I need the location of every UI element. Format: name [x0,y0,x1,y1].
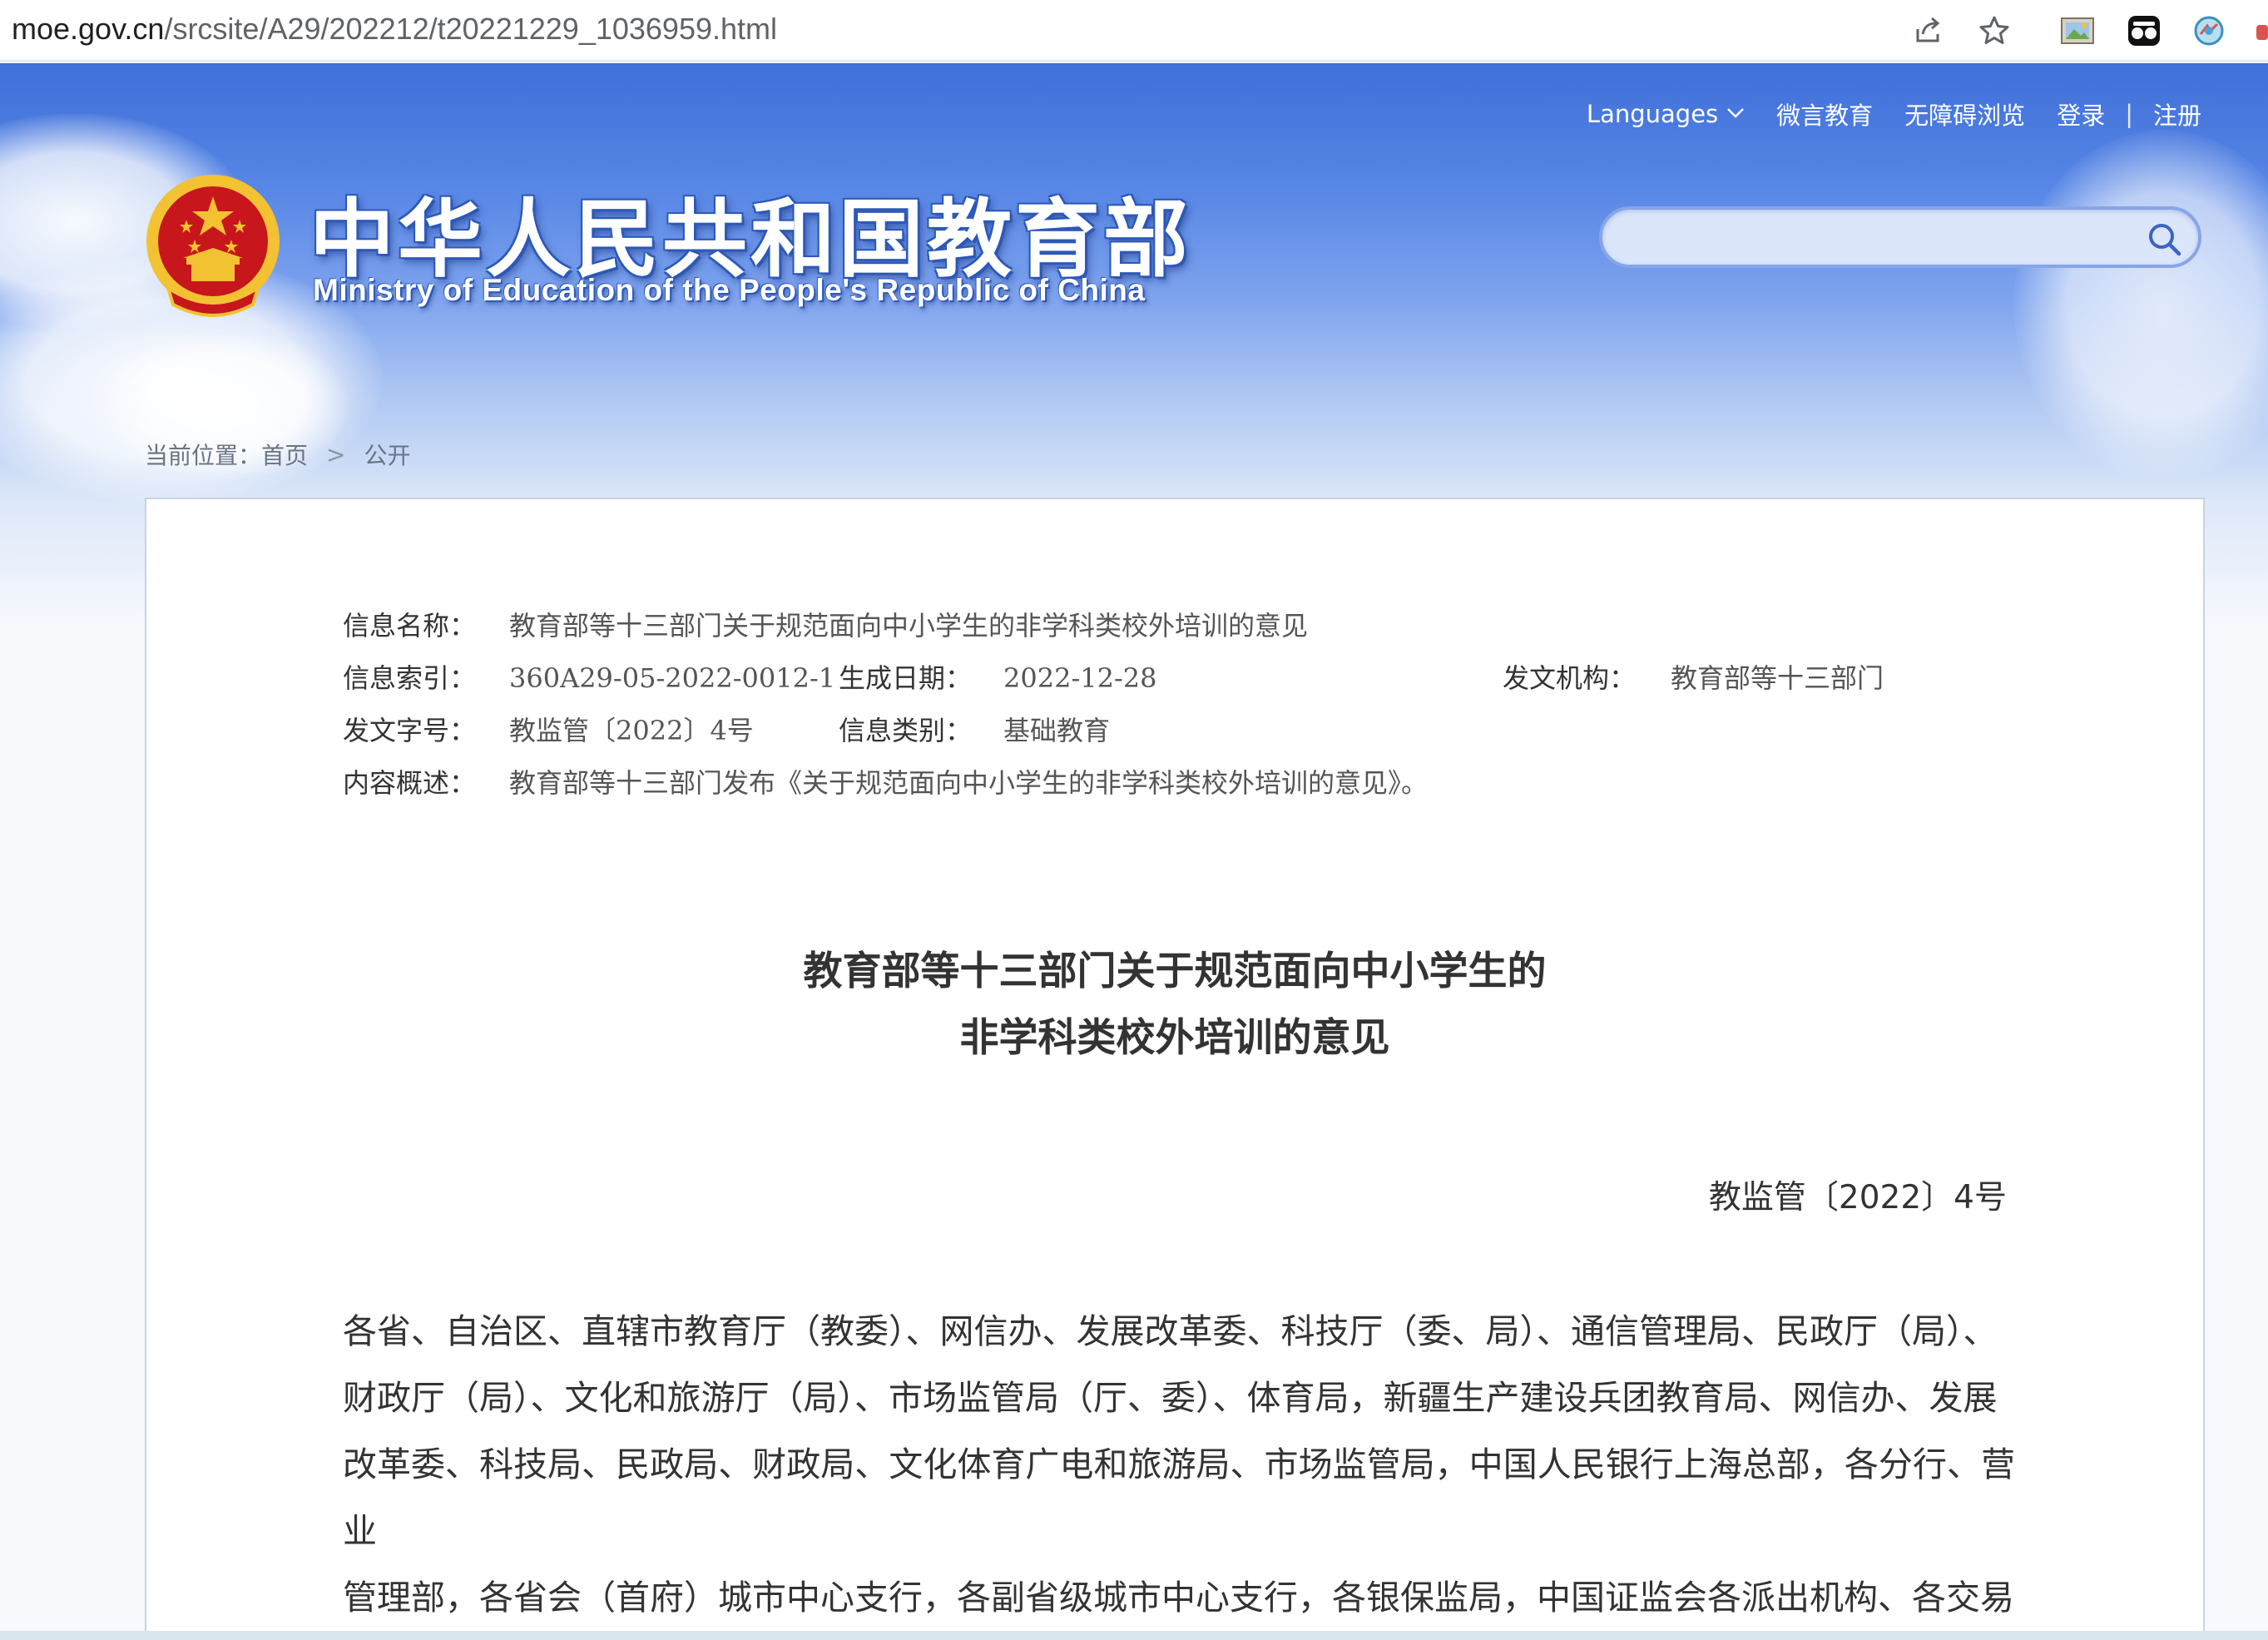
bottom-strip [0,1631,2268,1640]
breadcrumb-home-link[interactable]: 首页 [261,442,308,469]
search-input[interactable] [1622,218,2122,258]
addressees-line: 管理部，各省会（首府）城市中心支行，各副省级城市中心支行，各银保监局，中国证监会… [343,1578,2014,1618]
addressees-line: 财政厅（局）、文化和旅游厅（局）、市场监管局（厅、委）、体育局，新疆生产建设兵团… [343,1378,1998,1418]
meta-label: 内容概述： [343,767,477,799]
document-title-line: 非学科类校外培训的意见 [959,1015,1390,1061]
bookmark-star-icon[interactable] [1972,8,2017,53]
meta-value: 2022-12-28 [1003,662,1157,694]
breadcrumb-prefix: 当前位置： [145,442,262,469]
weiyan-education-link[interactable]: 微言教育 [1776,97,1873,131]
browser-address-bar: moe.gov.cn/srcsite/A29/202212/t20221229_… [0,0,2268,62]
meta-label: 发文字号： [343,715,477,746]
url-path: /srcsite/A29/202212/t20221229_1036959.ht… [164,12,777,46]
meta-label: 发文机构： [1503,662,1637,694]
login-link[interactable]: 登录 [2057,97,2105,131]
meta-value: 教监管〔2022〕4号 [509,715,754,746]
url-host: moe.gov.cn [12,12,165,46]
site-subtitle: Ministry of Education of the People's Re… [313,273,1146,307]
extension-overflow-icon [2256,25,2268,40]
meta-label: 信息类别： [839,715,973,746]
meta-label: 信息索引： [343,662,477,694]
languages-menu[interactable]: Languages [1587,100,1745,128]
dandelion-decoration [2013,130,2268,479]
languages-label: Languages [1586,100,1719,128]
meta-value: 教育部等十三部门 [1671,662,1884,694]
national-emblem-icon [146,175,280,317]
addressees-line: 改革委、科技局、民政局、财政局、文化体育广电和旅游局、市场监管局，中国人民银行上… [343,1444,2015,1551]
addressees-line: 各省、自治区、直辖市教育厅（教委）、网信办、发展改革委、科技厅（委、局）、通信管… [343,1311,1998,1351]
accessibility-link[interactable]: 无障碍浏览 [1904,97,2025,131]
breadcrumb-current[interactable]: 公开 [364,442,411,469]
document-title: 教育部等十三部门关于规范面向中小学生的 非学科类校外培训的意见 [146,939,2203,1072]
search-box [1599,206,2201,268]
screenshot-extension-icon[interactable] [2055,8,2100,53]
meta-value: 基础教育 [1003,715,1111,746]
meta-label: 信息名称： [343,610,477,642]
globe-extension-icon[interactable] [2186,8,2231,53]
share-icon[interactable] [1905,8,1950,53]
breadcrumb: 当前位置：首页 > 公开 [145,438,411,471]
addressees-paragraph: 各省、自治区、直辖市教育厅（教委）、网信办、发展改革委、科技厅（委、局）、通信管… [343,1298,2015,1640]
content-panel: 信息名称： 教育部等十三部门关于规范面向中小学生的非学科类校外培训的意见 信息索… [145,498,2205,1640]
breadcrumb-separator-icon: > [326,440,346,468]
chevron-down-icon [1727,108,1745,118]
document-title-line: 教育部等十三部门关于规范面向中小学生的 [803,949,1547,994]
search-icon [2149,224,2181,256]
meta-value: 教育部等十三部门关于规范面向中小学生的非学科类校外培训的意见 [509,610,1309,642]
meta-value: 教育部等十三部门发布《关于规范面向中小学生的非学科类校外培训的意见》。 [509,767,1429,799]
mask-extension-icon[interactable] [2122,8,2166,53]
top-navigation: Languages 微言教育 无障碍浏览 登录 | 注册 [1555,97,2201,131]
search-button[interactable] [2142,216,2186,261]
nav-separator: | [2125,100,2133,128]
meta-value: 360A29-05-2022-0012-1 [509,662,836,694]
document-number: 教监管〔2022〕4号 [1708,1179,2007,1216]
register-link[interactable]: 注册 [2153,97,2201,131]
url-field[interactable]: moe.gov.cn/srcsite/A29/202212/t20221229_… [12,12,777,47]
meta-label: 生成日期： [839,662,973,694]
